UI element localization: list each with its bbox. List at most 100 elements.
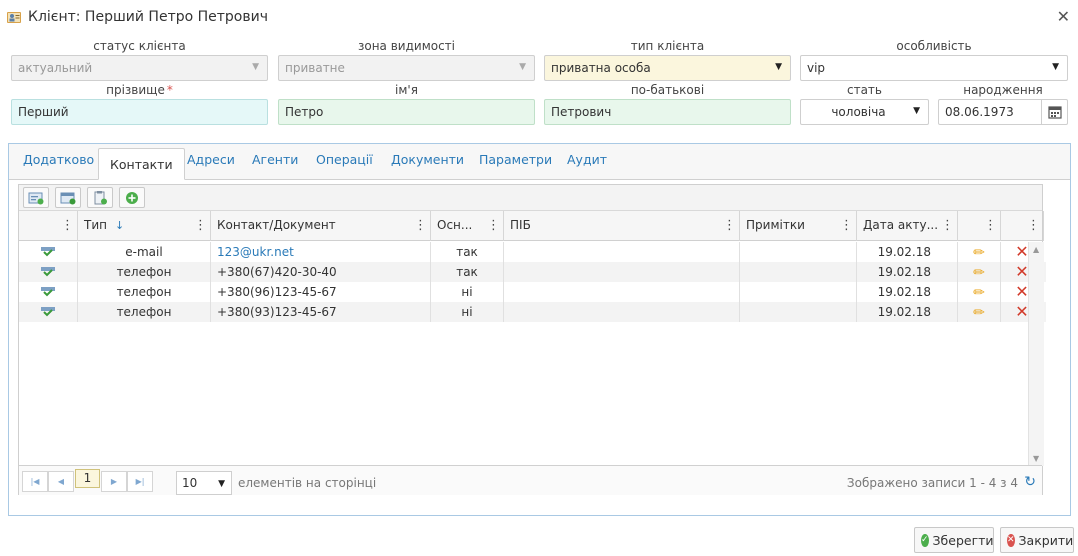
menu-dots-icon[interactable]: ⋮ (194, 218, 207, 233)
menu-dots-icon[interactable]: ⋮ (723, 218, 736, 233)
table-row[interactable]: телефон +380(93)123-45-67 ні 19.02.18 ✏ … (19, 302, 1046, 322)
scroll-down-icon[interactable]: ▼ (1033, 454, 1039, 463)
feature-value: vip (807, 61, 826, 75)
col-contact[interactable]: Контакт/Документ ⋮ (211, 211, 431, 241)
edit-button[interactable]: ✏ (958, 282, 1001, 302)
col-date[interactable]: Дата акту... ⋮ (857, 211, 958, 241)
col-delete[interactable]: ⋮ (1001, 211, 1044, 241)
save-label: Зберегти (932, 532, 994, 548)
grid-toolbar (19, 185, 1042, 211)
sex-select[interactable]: чоловіча ▼ (800, 99, 929, 125)
next-page-button[interactable]: ▶ (101, 471, 127, 492)
col-date-label: Дата акту... (863, 218, 939, 232)
envelope-check-icon (41, 247, 55, 257)
surname-label: прізвище * (11, 83, 268, 97)
copy-record-button[interactable] (87, 187, 113, 208)
cell-date: 19.02.18 (857, 262, 958, 282)
table-row[interactable]: телефон +380(67)420-30-40 так 19.02.18 ✏… (19, 262, 1046, 282)
cell-contact: +380(93)123-45-67 (211, 302, 431, 322)
type-select[interactable]: приватна особа ▼ (544, 55, 791, 81)
col-notes[interactable]: Примітки ⋮ (740, 211, 857, 241)
cell-pib (504, 262, 740, 282)
chevron-down-icon: ▼ (775, 62, 782, 72)
table-row[interactable]: e-mail 123@ukr.net так 19.02.18 ✏ ✕ (19, 242, 1046, 262)
last-page-button[interactable]: ▶| (127, 471, 153, 492)
add-record-button[interactable] (23, 187, 49, 208)
menu-dots-icon[interactable]: ⋮ (1027, 218, 1040, 233)
contact-link[interactable]: 123@ukr.net (217, 245, 294, 259)
tab-documents[interactable]: Документи (391, 152, 464, 167)
clipboard-icon (94, 190, 107, 204)
cell-contact: +380(96)123-45-67 (211, 282, 431, 302)
vertical-scrollbar[interactable]: ▲ ▼ (1028, 242, 1044, 466)
first-page-button[interactable]: |◀ (22, 471, 48, 492)
row-select-icon[interactable] (19, 282, 78, 302)
birth-date-input[interactable]: 08.06.1973 (938, 99, 1068, 125)
row-select-icon[interactable] (19, 262, 78, 282)
current-page[interactable]: 1 (75, 469, 100, 488)
cell-notes (740, 282, 857, 302)
col-pib-label: ПІБ (510, 218, 531, 232)
edit-button[interactable]: ✏ (958, 262, 1001, 282)
col-select[interactable]: ⋮ (19, 211, 78, 241)
table-row[interactable]: телефон +380(96)123-45-67 ні 19.02.18 ✏ … (19, 282, 1046, 302)
tabs-panel: Додатково Контакти Адреси Агенти Операці… (8, 143, 1071, 516)
chevron-down-icon: ▼ (1052, 62, 1059, 72)
menu-dots-icon[interactable]: ⋮ (941, 218, 954, 233)
patronymic-label: по-батькові (630, 83, 705, 97)
name-input[interactable]: Петро (278, 99, 535, 125)
grid-body: e-mail 123@ukr.net так 19.02.18 ✏ ✕ теле… (19, 242, 1046, 466)
row-select-icon[interactable] (19, 302, 78, 322)
prev-page-button[interactable]: ◀ (48, 471, 74, 492)
delete-x-icon: ✕ (1015, 242, 1029, 261)
add-button[interactable] (119, 187, 145, 208)
menu-dots-icon[interactable]: ⋮ (61, 218, 74, 233)
row-select-icon[interactable] (19, 242, 78, 262)
cell-type: e-mail (78, 242, 211, 262)
menu-dots-icon[interactable]: ⋮ (414, 218, 427, 233)
calendar-icon[interactable] (1041, 100, 1067, 124)
menu-dots-icon[interactable]: ⋮ (840, 218, 853, 233)
tab-parameters[interactable]: Параметри (479, 152, 552, 167)
refresh-icon[interactable]: ↻ (1024, 474, 1036, 490)
save-button[interactable]: ✓ Зберегти (914, 527, 994, 553)
cell-pib (504, 242, 740, 262)
contacts-grid: ⋮ Тип ↓ ⋮ Контакт/Документ ⋮ Осн... ⋮ ПІБ ⋮ … (18, 184, 1046, 495)
cell-main: так (431, 242, 504, 262)
menu-dots-icon[interactable]: ⋮ (487, 218, 500, 233)
window-title: Клієнт: Перший Петро Петрович (28, 9, 268, 25)
tab-operations[interactable]: Операції (316, 152, 373, 167)
col-pib[interactable]: ПІБ ⋮ (504, 211, 740, 241)
close-icon[interactable]: ✕ (1057, 7, 1070, 26)
title-bar: Клієнт: Перший Петро Петрович ✕ (0, 0, 1078, 34)
edit-record-button[interactable] (55, 187, 81, 208)
edit-button[interactable]: ✏ (958, 302, 1001, 322)
status-label: статус клієнта (93, 39, 186, 53)
col-contact-label: Контакт/Документ (217, 218, 336, 232)
tab-dodatkovo[interactable]: Додатково (23, 152, 94, 167)
cell-date: 19.02.18 (857, 282, 958, 302)
edit-button[interactable]: ✏ (958, 242, 1001, 262)
col-edit[interactable]: ⋮ (958, 211, 1001, 241)
tab-addresses[interactable]: Адреси (187, 152, 235, 167)
page-size-select[interactable]: 10 ▼ (176, 471, 232, 495)
tab-contacts[interactable]: Контакти (98, 148, 185, 180)
delete-x-icon: ✕ (1015, 302, 1029, 321)
birth-label: народження (963, 83, 1043, 97)
surname-input[interactable]: Перший (11, 99, 268, 125)
chevron-down-icon: ▼ (913, 106, 920, 116)
name-label: ім'я (395, 83, 418, 97)
col-type[interactable]: Тип ↓ ⋮ (78, 211, 211, 241)
patronymic-input[interactable]: Петрович (544, 99, 791, 125)
cell-pib (504, 302, 740, 322)
tab-audit[interactable]: Аудит (567, 152, 607, 167)
tab-agents[interactable]: Агенти (252, 152, 298, 167)
feature-select[interactable]: vip ▼ (800, 55, 1068, 81)
close-button[interactable]: ✕ Закрити (1000, 527, 1074, 553)
menu-dots-icon[interactable]: ⋮ (984, 218, 997, 233)
grid-pager: |◀ ◀ 1 ▶ ▶| 10 ▼ елементів на сторінці З… (19, 465, 1042, 495)
col-main[interactable]: Осн... ⋮ (431, 211, 504, 241)
cell-main: ні (431, 302, 504, 322)
scroll-up-icon[interactable]: ▲ (1033, 245, 1039, 254)
tab-strip: Додатково Контакти Адреси Агенти Операці… (9, 144, 1070, 180)
